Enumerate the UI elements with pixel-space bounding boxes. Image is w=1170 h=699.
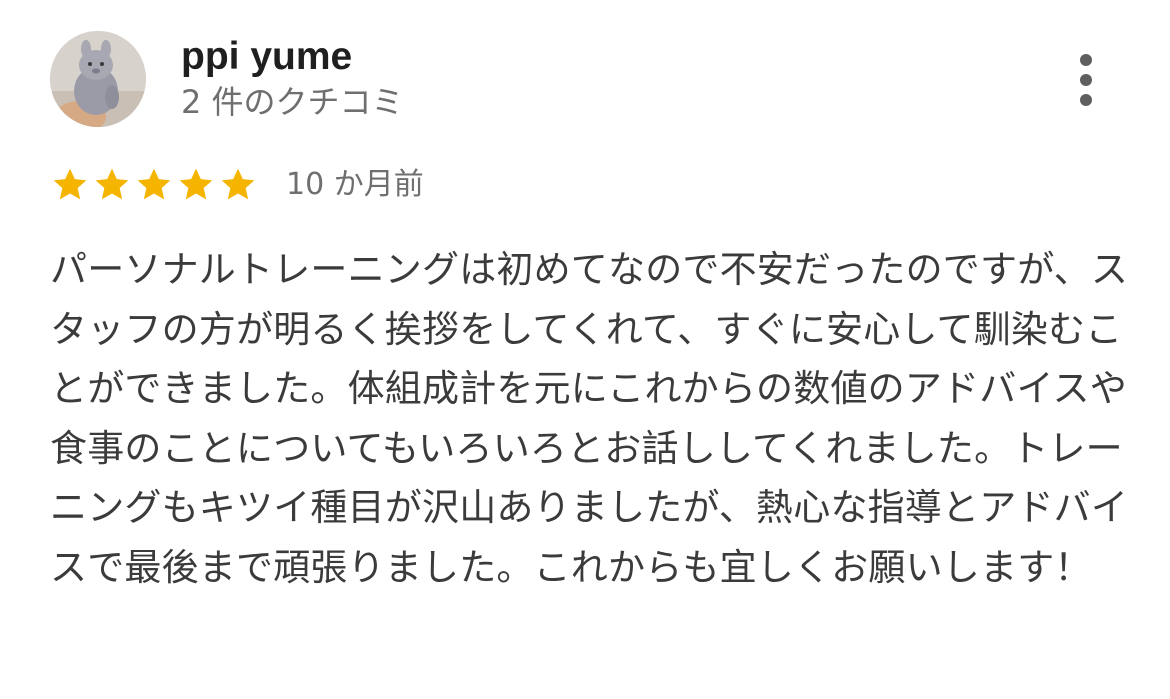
- review-date: 10 か月前: [286, 167, 424, 202]
- star-icon: [50, 165, 90, 205]
- star-icon: [134, 165, 174, 205]
- star-icon: [218, 165, 258, 205]
- rating-row: 10 か月前: [50, 162, 424, 208]
- star-icon: [92, 165, 132, 205]
- more-vert-icon: [1080, 74, 1092, 86]
- star-rating: [50, 165, 258, 205]
- star-icon: [176, 165, 216, 205]
- more-vert-icon: [1080, 54, 1092, 66]
- review-card: ppi yume 2 件のクチコミ 10 か月前 パーソナルトレーニングは初めて…: [0, 0, 1170, 699]
- reviewer-avatar[interactable]: [50, 31, 146, 127]
- reviewer-name[interactable]: ppi yume: [181, 34, 352, 80]
- review-text: パーソナルトレーニングは初めてなので不安だったのですが、スタッフの方が明るく挨拶…: [50, 248, 1129, 589]
- avatar-photo-icon: [50, 31, 146, 127]
- review-count[interactable]: 2 件のクチコミ: [181, 82, 404, 122]
- more-options-button[interactable]: [1066, 50, 1106, 110]
- more-vert-icon: [1080, 94, 1092, 106]
